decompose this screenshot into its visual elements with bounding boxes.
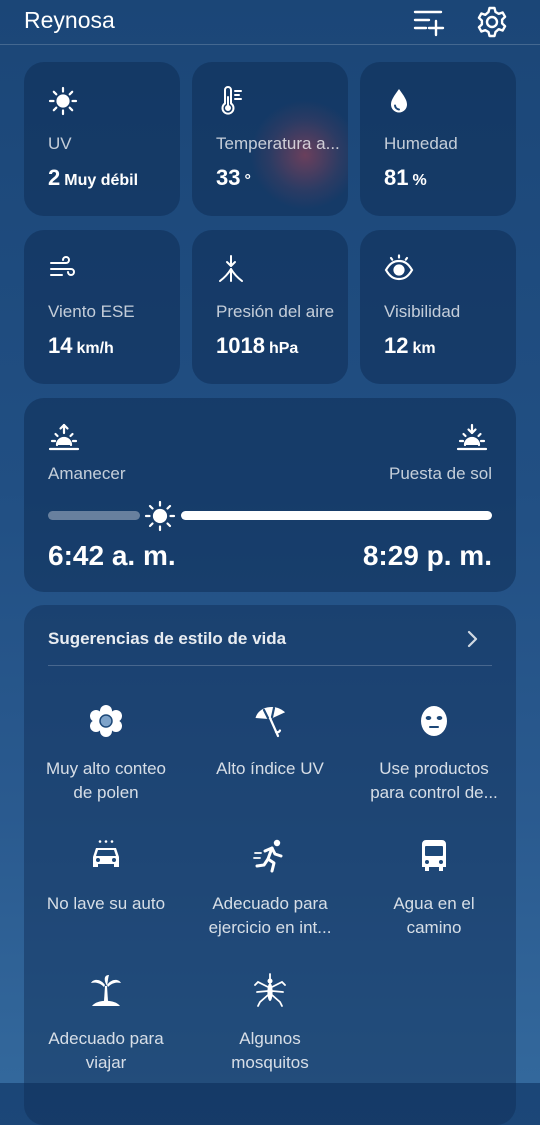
pressure-icon — [216, 254, 246, 284]
wind-tile[interactable]: Viento ESE 14 km/h — [24, 230, 180, 384]
uv-tile[interactable]: UV 2 Muy débil — [24, 62, 180, 216]
wind-icon — [48, 254, 78, 284]
lifestyle-item-pollen[interactable]: Muy alto conteo de polen — [24, 703, 188, 805]
palm-island-icon — [88, 973, 124, 1009]
sunrise-icon — [48, 422, 80, 454]
app-header: Reynosa — [0, 0, 540, 45]
add-location-icon[interactable] — [410, 4, 446, 40]
uv-label: UV — [48, 134, 72, 153]
pollen-flower-icon — [88, 703, 124, 739]
temperature-glow — [250, 100, 348, 210]
sun-progress-remaining — [181, 511, 492, 520]
sunset-label: Puesta de sol — [388, 464, 492, 483]
lifestyle-item-line1: Use productos — [379, 759, 489, 778]
visibility-label: Visibilidad — [384, 302, 461, 321]
lifestyle-item-uv[interactable]: Alto índice UV — [188, 703, 352, 781]
pressure-label: Presión del aire — [216, 302, 335, 321]
humidity-tile[interactable]: Humedad 81% — [360, 62, 516, 216]
droplet-icon — [384, 86, 414, 116]
lifestyle-item-line1: Adecuado para — [212, 894, 328, 913]
lifestyle-item-exercise[interactable]: Adecuado para ejercicio en int... — [188, 838, 352, 940]
sun-card[interactable]: Amanecer Puesta de sol 6:42 a. m. 8:29 p… — [24, 398, 516, 592]
lifestyle-item-line1: Adecuado para — [48, 1029, 164, 1048]
lifestyle-item-line1: Muy alto conteo — [45, 759, 166, 778]
lifestyle-item-line1: Agua en el — [393, 894, 475, 913]
sunset-time: 8:29 p. m. — [362, 540, 492, 571]
sun-progress-elapsed — [48, 511, 140, 520]
car-icon — [88, 838, 124, 874]
bus-icon — [416, 838, 452, 874]
lifestyle-item-line2: para control de... — [370, 783, 498, 802]
lifestyle-item-line1: No lave su auto — [46, 894, 166, 913]
humidity-label: Humedad — [384, 134, 458, 153]
runner-icon — [252, 838, 288, 874]
thermometer-icon — [216, 86, 246, 116]
mosquito-icon — [252, 973, 288, 1009]
temperature-label: Temperatura a... — [216, 134, 340, 153]
humidity-value: 81% — [384, 165, 427, 190]
sun-icon — [48, 86, 78, 116]
lifestyle-item-mask[interactable]: Use productos para control de... — [352, 703, 516, 805]
gear-icon[interactable] — [474, 4, 510, 40]
lifestyle-divider — [48, 665, 492, 666]
sunrise-label: Amanecer — [48, 464, 126, 483]
eye-icon — [384, 254, 414, 284]
umbrella-icon — [252, 703, 288, 739]
pressure-value: 1018 hPa — [216, 333, 299, 358]
wind-label: Viento ESE — [48, 302, 135, 321]
temperature-value: 33 ° — [216, 165, 251, 190]
sunset-icon — [456, 422, 488, 454]
temperature-tile[interactable]: Temperatura a... 33 ° — [192, 62, 348, 216]
pressure-tile[interactable]: Presión del aire 1018 hPa — [192, 230, 348, 384]
face-mask-icon — [416, 703, 452, 739]
lifestyle-item-line2: de polen — [73, 783, 139, 802]
lifestyle-item-line1: Algunos — [239, 1029, 301, 1048]
lifestyle-item-line2: mosquitos — [231, 1053, 309, 1072]
wind-value: 14 km/h — [48, 333, 114, 358]
uv-value: 2 Muy débil — [48, 165, 139, 190]
visibility-value: 12 km — [384, 333, 436, 358]
lifestyle-item-line1: Alto índice UV — [216, 759, 324, 778]
lifestyle-item-mosquitos[interactable]: Algunos mosquitos — [188, 973, 352, 1075]
lifestyle-card: Sugerencias de estilo de vida Muy alto c… — [24, 605, 516, 1125]
visibility-tile[interactable]: Visibilidad 12 km — [360, 230, 516, 384]
chevron-right-icon[interactable] — [460, 627, 484, 651]
lifestyle-item-car-wash[interactable]: No lave su auto — [24, 838, 188, 916]
lifestyle-item-line2: camino — [406, 918, 462, 937]
sunrise-time: 6:42 a. m. — [48, 540, 176, 571]
city-name[interactable]: Reynosa — [24, 7, 115, 34]
lifestyle-item-travel[interactable]: Adecuado para viajar — [24, 973, 188, 1075]
lifestyle-item-line2: ejercicio en int... — [208, 918, 332, 937]
sun-position-icon — [144, 500, 176, 532]
lifestyle-item-line2: viajar — [85, 1053, 127, 1072]
lifestyle-item-road-water[interactable]: Agua en el camino — [352, 838, 516, 940]
lifestyle-title[interactable]: Sugerencias de estilo de vida — [48, 629, 286, 649]
